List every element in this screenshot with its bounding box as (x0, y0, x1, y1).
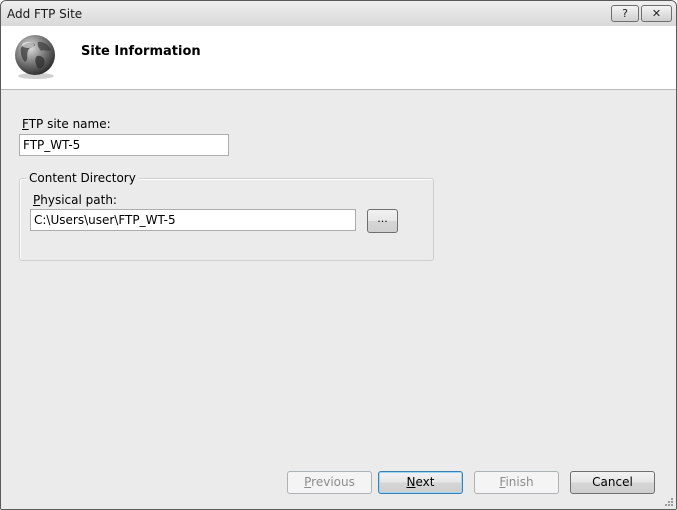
title-bar[interactable]: Add FTP Site ? ✕ (1, 1, 676, 26)
page-title: Site Information (81, 44, 201, 59)
physical-path-input[interactable] (30, 209, 356, 231)
add-ftp-site-dialog: Add FTP Site ? ✕ Site Information FTP si… (0, 0, 677, 510)
help-button[interactable]: ? (611, 5, 639, 22)
physical-path-label: Physical path: (33, 193, 117, 207)
previous-button[interactable]: Previous (287, 471, 372, 494)
close-button[interactable]: ✕ (641, 5, 672, 22)
globe-icon (15, 35, 55, 79)
help-icon: ? (622, 7, 628, 20)
ftp-site-name-input[interactable] (19, 134, 229, 156)
resize-grip-icon[interactable] (664, 497, 674, 507)
wizard-header: Site Information (1, 26, 676, 90)
cancel-button[interactable]: Cancel (570, 471, 655, 494)
wizard-body: FTP site name: Content Directory Physica… (1, 90, 676, 509)
content-directory-legend: Content Directory (26, 171, 139, 185)
close-icon: ✕ (651, 7, 662, 20)
ftp-site-name-label: FTP site name: (22, 117, 111, 131)
finish-button[interactable]: Finish (474, 471, 559, 494)
window-title: Add FTP Site (7, 7, 83, 21)
next-button[interactable]: Next (378, 471, 463, 494)
browse-button[interactable]: ... (367, 209, 398, 233)
